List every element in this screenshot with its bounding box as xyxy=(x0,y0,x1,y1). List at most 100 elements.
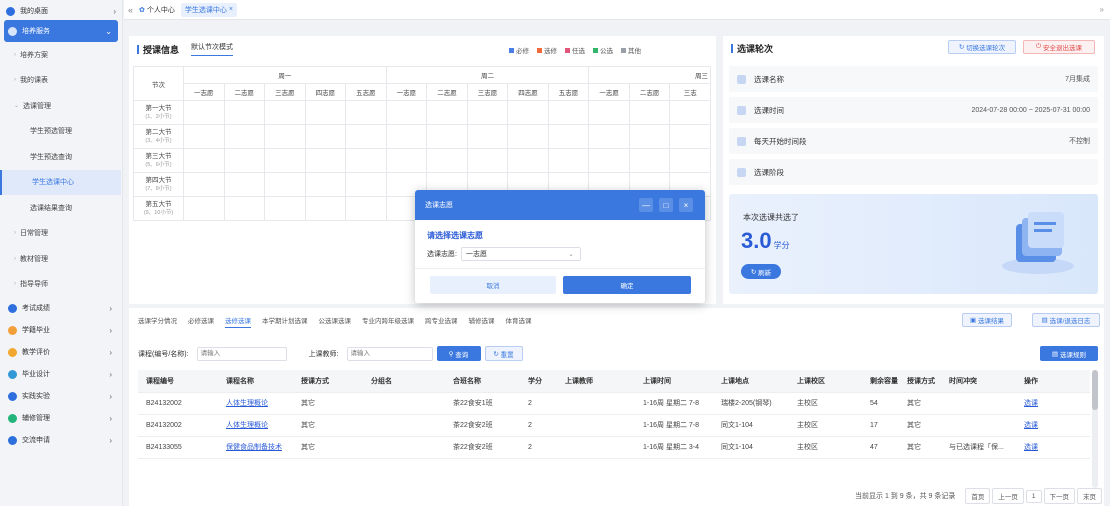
column-header[interactable]: 时间冲突 xyxy=(941,370,1016,393)
sidebar-group-item[interactable]: 毕业设计 › xyxy=(0,363,122,385)
timetable-cell[interactable] xyxy=(183,172,225,197)
timetable-cell[interactable] xyxy=(223,196,266,221)
sidebar-sub-mentor[interactable]: › 指导导师 xyxy=(0,272,122,298)
pager-next[interactable]: 下一页 xyxy=(1043,488,1075,504)
timetable-cell[interactable] xyxy=(507,124,549,149)
sidebar-item-training[interactable]: 培养服务 ⌄ xyxy=(4,20,118,42)
sidebar-group-item[interactable]: 考试成绩 › xyxy=(0,297,122,319)
timetable-cell[interactable] xyxy=(385,100,428,125)
timetable-cell[interactable] xyxy=(223,100,266,125)
timetable-cell[interactable] xyxy=(507,148,549,173)
column-header[interactable]: 合班名称 xyxy=(445,370,520,393)
timetable-cell[interactable] xyxy=(264,196,306,221)
tab-home[interactable]: ✿ 个人中心 xyxy=(139,5,175,15)
timetable-cell[interactable] xyxy=(669,148,711,173)
timetable-cell[interactable] xyxy=(426,124,468,149)
timetable-cell[interactable] xyxy=(345,124,387,149)
column-header[interactable]: 上课时间 xyxy=(635,370,713,393)
tab-course-center[interactable]: 学生选课中心 × xyxy=(180,2,237,17)
timetable-cell[interactable] xyxy=(628,100,671,125)
timetable-cell[interactable] xyxy=(264,124,306,149)
pager-first[interactable]: 首页 xyxy=(965,488,991,504)
cancel-button[interactable]: 取消 xyxy=(430,276,556,294)
timetable-cell[interactable] xyxy=(183,100,225,125)
maximize-icon[interactable]: □ xyxy=(659,198,673,212)
column-header[interactable]: 课程名称 xyxy=(218,370,293,393)
teacher-input[interactable] xyxy=(346,346,433,361)
sidebar-group-item[interactable]: 实践实验 › xyxy=(0,385,122,407)
timetable-cell[interactable] xyxy=(547,100,590,125)
sidebar-group-item[interactable]: 学籍毕业 › xyxy=(0,319,122,341)
timetable-cell[interactable] xyxy=(628,124,671,149)
course-type-tab[interactable]: 跨专业选课 xyxy=(425,315,458,328)
sidebar-sub-schedule[interactable]: › 我的课表 xyxy=(0,68,122,94)
sidebar-sub-course-mgmt[interactable]: ⌄ 选课管理 xyxy=(0,93,122,119)
sidebar-sub-daily[interactable]: › 日常管理 xyxy=(0,221,122,247)
sidebar-group-item[interactable]: 交流申请 › xyxy=(0,429,122,451)
sidebar-sub2-result-query[interactable]: 选课结果查询 xyxy=(0,195,122,221)
select-result-button[interactable]: ▣ 选课结果 xyxy=(962,313,1012,327)
column-header[interactable]: 学分 xyxy=(520,370,557,393)
timetable-cell[interactable] xyxy=(345,196,387,221)
mode-tab[interactable]: 默认节次模式 xyxy=(191,42,234,56)
select-log-button[interactable]: ▤ 选课/退选日志 xyxy=(1032,313,1100,327)
query-button[interactable]: ⚲ 查询 xyxy=(436,346,481,361)
course-name-link[interactable]: 人体生理概论 xyxy=(226,422,268,429)
switch-round-button[interactable]: ↻ 切换选课轮次 xyxy=(948,40,1016,54)
timetable-cell[interactable] xyxy=(466,100,509,125)
timetable-cell[interactable] xyxy=(183,196,225,221)
timetable-cell[interactable] xyxy=(466,148,509,173)
course-type-tab[interactable]: 辅修选课 xyxy=(469,315,495,328)
sidebar-top-desktop[interactable]: 我的桌面 › xyxy=(0,2,122,20)
timetable-cell[interactable] xyxy=(345,100,387,125)
column-header[interactable]: 分组名 xyxy=(363,370,445,393)
column-header[interactable]: 课程编号 xyxy=(138,370,218,393)
select-course-link[interactable]: 选课 xyxy=(1024,400,1038,407)
column-header[interactable]: 上课校区 xyxy=(789,370,862,393)
timetable-cell[interactable] xyxy=(264,100,306,125)
timetable-cell[interactable] xyxy=(264,172,306,197)
pager-page[interactable]: 1 xyxy=(1025,489,1042,503)
timetable-cell[interactable] xyxy=(304,124,347,149)
course-type-tab[interactable]: 选课学分情况 xyxy=(138,315,177,328)
timetable-cell[interactable] xyxy=(628,148,671,173)
timetable-cell[interactable] xyxy=(466,124,509,149)
wish-select[interactable]: 一志愿 ⌄ xyxy=(460,247,581,261)
timetable-cell[interactable] xyxy=(183,124,225,149)
sidebar-sub2-preselect-query[interactable]: 学生预选查询 xyxy=(0,144,122,170)
timetable-cell[interactable] xyxy=(223,148,266,173)
timetable-cell[interactable] xyxy=(588,148,630,173)
confirm-button[interactable]: 确定 xyxy=(563,276,691,294)
pager-prev[interactable]: 上一页 xyxy=(992,488,1024,504)
timetable-cell[interactable] xyxy=(669,100,711,125)
sidebar-sub-textbook[interactable]: › 教材管理 xyxy=(0,246,122,272)
timetable-cell[interactable] xyxy=(588,124,630,149)
timetable-cell[interactable] xyxy=(547,124,590,149)
column-header[interactable]: 操作 xyxy=(1016,370,1090,393)
course-type-tab[interactable]: 本学期计划选课 xyxy=(262,315,308,328)
timetable-cell[interactable] xyxy=(385,124,428,149)
timetable-cell[interactable] xyxy=(669,124,711,149)
column-header[interactable]: 剩余容量 xyxy=(862,370,899,393)
timetable-cell[interactable] xyxy=(183,148,225,173)
timetable-cell[interactable] xyxy=(547,148,590,173)
timetable-cell[interactable] xyxy=(264,148,306,173)
timetable-cell[interactable] xyxy=(345,148,387,173)
course-code-input[interactable] xyxy=(196,346,287,361)
close-icon[interactable]: × xyxy=(229,6,233,13)
reset-button[interactable]: ↻ 重置 xyxy=(484,346,523,361)
timetable-cell[interactable] xyxy=(304,196,347,221)
timetable-cell[interactable] xyxy=(304,172,347,197)
course-type-tab[interactable]: 专业内跨年级选课 xyxy=(362,315,414,328)
tabs-right-icon[interactable]: » xyxy=(1100,5,1104,14)
column-header[interactable]: 上课教师 xyxy=(557,370,635,393)
select-course-link[interactable]: 选课 xyxy=(1024,422,1038,429)
pager-last[interactable]: 末页 xyxy=(1077,488,1102,504)
select-course-link[interactable]: 选课 xyxy=(1024,444,1038,451)
column-header[interactable]: 授课方式 xyxy=(293,370,363,393)
sidebar-group-item[interactable]: 辅修管理 › xyxy=(0,407,122,429)
collapse-icon[interactable]: « xyxy=(128,5,133,15)
timetable-cell[interactable] xyxy=(588,100,630,125)
course-name-link[interactable]: 人体生理概论 xyxy=(226,400,268,407)
timetable-cell[interactable] xyxy=(345,172,387,197)
